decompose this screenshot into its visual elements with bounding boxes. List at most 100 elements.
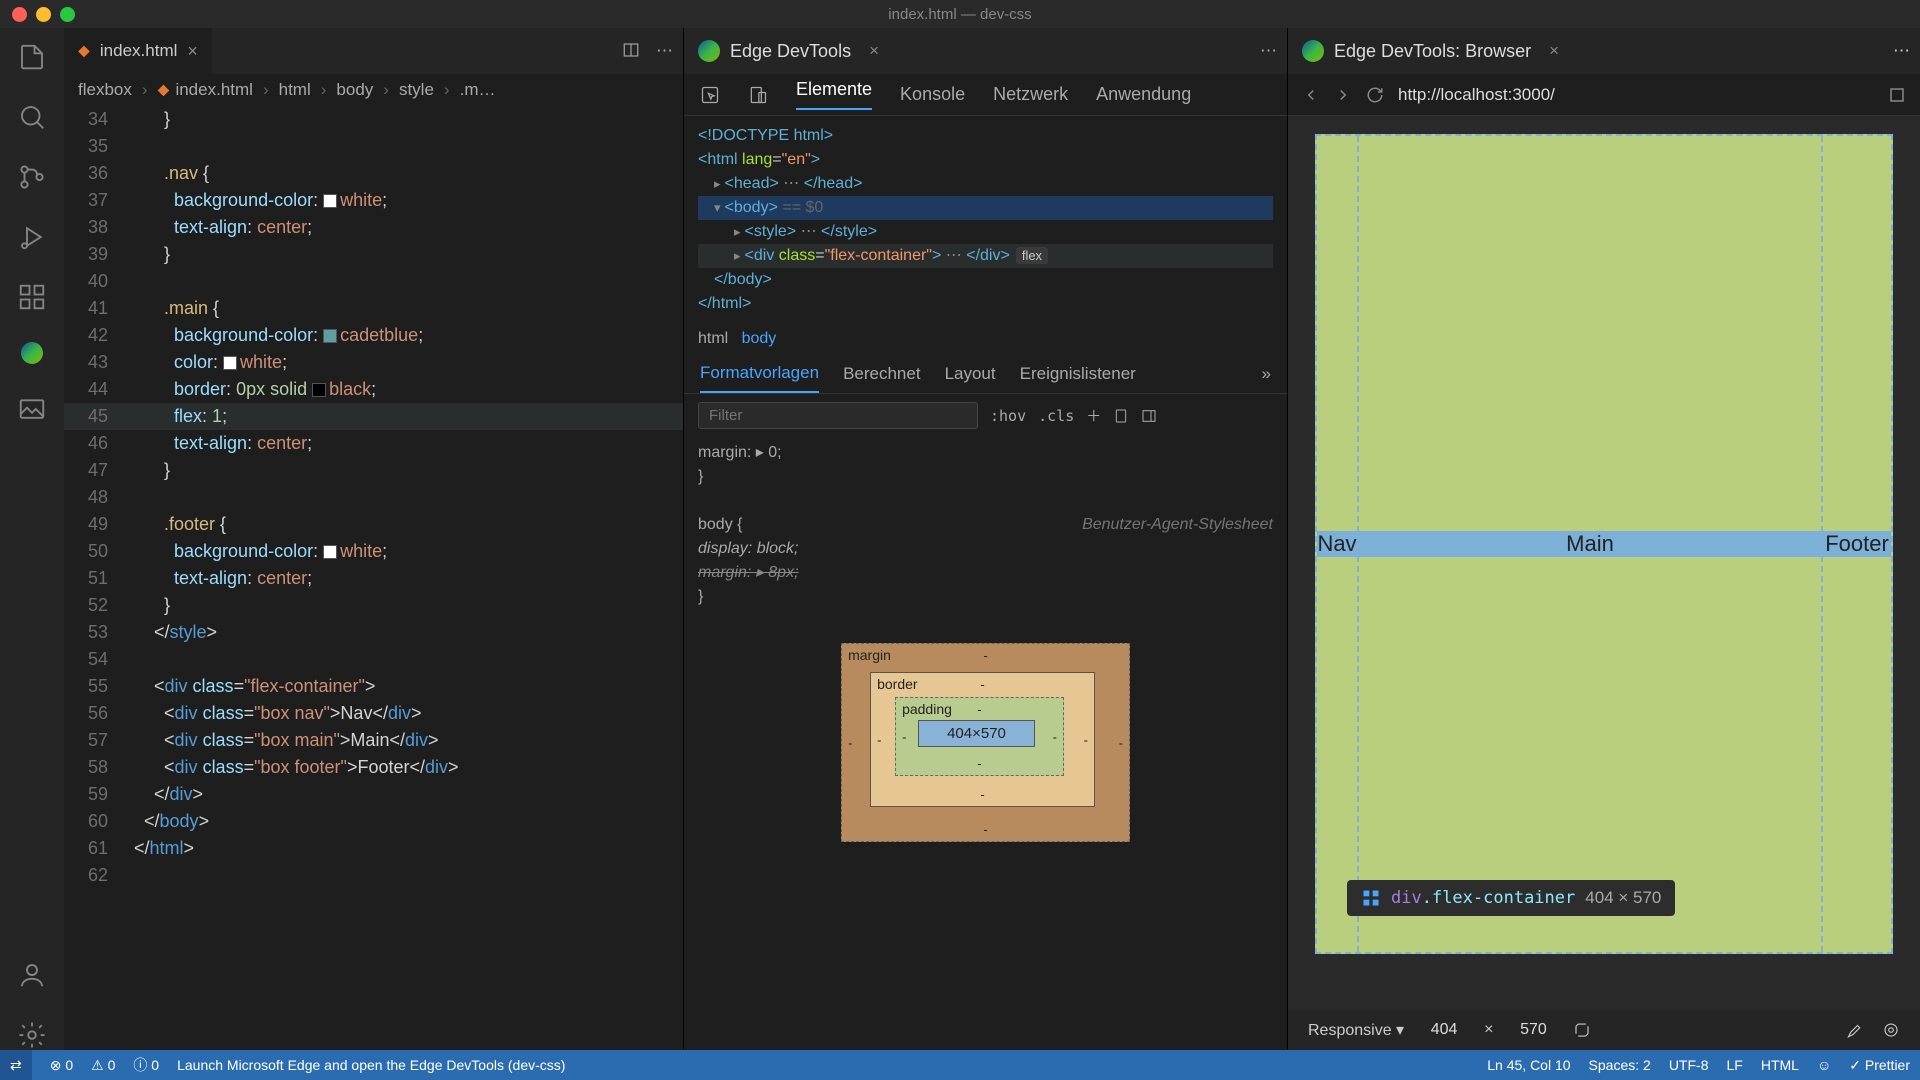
- close-icon[interactable]: ×: [869, 41, 879, 61]
- tab-layout[interactable]: Layout: [945, 364, 996, 384]
- device-toolbar: Responsive ▾ 404 × 570: [1288, 1010, 1920, 1050]
- minimize-window-icon[interactable]: [36, 7, 51, 22]
- inspect-icon[interactable]: [700, 85, 720, 105]
- remote-button[interactable]: ⇄: [0, 1050, 32, 1080]
- breadcrumb[interactable]: flexbox ⬥index.html html body style .m…: [64, 74, 683, 106]
- dom-tree[interactable]: <!DOCTYPE html> <html lang="en"> <head> …: [684, 116, 1287, 324]
- code-line[interactable]: 51 text-align: center;: [64, 565, 683, 592]
- code-line[interactable]: 37 background-color: white;: [64, 187, 683, 214]
- code-line[interactable]: 49 .footer {: [64, 511, 683, 538]
- code-line[interactable]: 39 }: [64, 241, 683, 268]
- edge-icon[interactable]: [21, 342, 43, 364]
- maximize-window-icon[interactable]: [60, 7, 75, 22]
- code-line[interactable]: 62: [64, 862, 683, 889]
- code-line[interactable]: 60 </body>: [64, 808, 683, 835]
- preview-page[interactable]: Nav Main Footer div.flex-container 404 ×…: [1315, 134, 1893, 954]
- tab-ereignislistener[interactable]: Ereignislistener: [1020, 364, 1136, 384]
- device-mode-select[interactable]: Responsive ▾: [1308, 1020, 1404, 1040]
- width-input[interactable]: 404: [1424, 1021, 1464, 1039]
- target-icon[interactable]: [1882, 1021, 1900, 1039]
- url-input[interactable]: http://localhost:3000/: [1398, 85, 1874, 105]
- rotate-icon[interactable]: [1573, 1021, 1591, 1039]
- code-editor[interactable]: 34 }3536 .nav {37 background-color: whit…: [64, 106, 683, 1050]
- code-line[interactable]: 43 color: white;: [64, 349, 683, 376]
- eyedropper-icon[interactable]: [1844, 1021, 1862, 1039]
- extensions-icon[interactable]: [17, 282, 47, 312]
- filter-input[interactable]: [698, 402, 978, 429]
- language-mode[interactable]: HTML: [1761, 1057, 1799, 1073]
- prettier-status[interactable]: ✓ Prettier: [1849, 1057, 1910, 1074]
- device-icon[interactable]: [1113, 408, 1129, 424]
- code-line[interactable]: 57 <div class="box main">Main</div>: [64, 727, 683, 754]
- code-line[interactable]: 44 border: 0px solid black;: [64, 376, 683, 403]
- code-line[interactable]: 40: [64, 268, 683, 295]
- tab-berechnet[interactable]: Berechnet: [843, 364, 921, 384]
- reload-icon[interactable]: [1366, 86, 1384, 104]
- eol[interactable]: LF: [1726, 1057, 1742, 1073]
- code-line[interactable]: 38 text-align: center;: [64, 214, 683, 241]
- encoding[interactable]: UTF-8: [1669, 1057, 1709, 1073]
- tab-konsole[interactable]: Konsole: [900, 84, 965, 105]
- dom-breadcrumb[interactable]: html body: [684, 324, 1287, 354]
- panel-icon[interactable]: [1141, 408, 1157, 424]
- cls-toggle[interactable]: .cls: [1038, 407, 1074, 425]
- images-icon[interactable]: [17, 394, 47, 424]
- status-hint[interactable]: Launch Microsoft Edge and open the Edge …: [177, 1057, 565, 1073]
- cursor-pos[interactable]: Ln 45, Col 10: [1487, 1057, 1570, 1073]
- copilot-icon[interactable]: ☺: [1817, 1057, 1831, 1073]
- code-line[interactable]: 53 </style>: [64, 619, 683, 646]
- more-icon[interactable]: ⋯: [1893, 41, 1910, 60]
- code-line[interactable]: 45 flex: 1;: [64, 403, 683, 430]
- browser-panel: Edge DevTools: Browser × ⋯ http://localh…: [1288, 28, 1920, 1050]
- preview-nav: Nav: [1317, 531, 1357, 557]
- code-line[interactable]: 36 .nav {: [64, 160, 683, 187]
- info-count[interactable]: ⓘ 0: [133, 1055, 159, 1075]
- code-line[interactable]: 59 </div>: [64, 781, 683, 808]
- tab-netzwerk[interactable]: Netzwerk: [993, 84, 1068, 105]
- code-line[interactable]: 41 .main {: [64, 295, 683, 322]
- back-icon[interactable]: [1302, 86, 1320, 104]
- split-icon[interactable]: [622, 41, 640, 59]
- hov-toggle[interactable]: :hov: [990, 407, 1026, 425]
- height-input[interactable]: 570: [1513, 1021, 1553, 1039]
- git-icon[interactable]: [17, 162, 47, 192]
- tab-elemente[interactable]: Elemente: [796, 79, 872, 110]
- device-icon[interactable]: [748, 85, 768, 105]
- tab-indexhtml[interactable]: ⬥ index.html ×: [64, 28, 212, 74]
- account-icon[interactable]: [17, 960, 47, 990]
- edge-logo-icon: [1302, 40, 1324, 62]
- close-window-icon[interactable]: [12, 7, 27, 22]
- code-line[interactable]: 46 text-align: center;: [64, 430, 683, 457]
- debug-icon[interactable]: [17, 222, 47, 252]
- warnings-count[interactable]: ⚠ 0: [91, 1057, 115, 1074]
- more-icon[interactable]: ⋯: [1260, 41, 1277, 60]
- code-line[interactable]: 50 background-color: white;: [64, 538, 683, 565]
- tab-formatvorlagen[interactable]: Formatvorlagen: [700, 354, 819, 393]
- code-line[interactable]: 58 <div class="box footer">Footer</div>: [64, 754, 683, 781]
- code-line[interactable]: 48: [64, 484, 683, 511]
- forward-icon[interactable]: [1334, 86, 1352, 104]
- code-line[interactable]: 54: [64, 646, 683, 673]
- code-line[interactable]: 55 <div class="flex-container">: [64, 673, 683, 700]
- tab-anwendung[interactable]: Anwendung: [1096, 84, 1191, 105]
- gear-icon[interactable]: [17, 1020, 47, 1050]
- styles-pane[interactable]: margin: ▸ 0; } body {Benutzer-Agent-Styl…: [684, 437, 1287, 613]
- more-icon[interactable]: ⋯: [656, 41, 673, 61]
- new-style-icon[interactable]: ＋: [1086, 405, 1101, 426]
- expand-icon[interactable]: [1888, 86, 1906, 104]
- edge-logo-icon: [698, 40, 720, 62]
- search-icon[interactable]: [17, 102, 47, 132]
- code-line[interactable]: 61</html>: [64, 835, 683, 862]
- code-line[interactable]: 42 background-color: cadetblue;: [64, 322, 683, 349]
- code-line[interactable]: 56 <div class="box nav">Nav</div>: [64, 700, 683, 727]
- code-line[interactable]: 34 }: [64, 106, 683, 133]
- errors-count[interactable]: ⊗ 0: [50, 1057, 73, 1074]
- indent-info[interactable]: Spaces: 2: [1589, 1057, 1651, 1073]
- explorer-icon[interactable]: [17, 42, 47, 72]
- more-icon[interactable]: »: [1262, 364, 1271, 384]
- close-icon[interactable]: ×: [187, 41, 198, 62]
- code-line[interactable]: 35: [64, 133, 683, 160]
- code-line[interactable]: 47 }: [64, 457, 683, 484]
- code-line[interactable]: 52 }: [64, 592, 683, 619]
- close-icon[interactable]: ×: [1549, 41, 1559, 61]
